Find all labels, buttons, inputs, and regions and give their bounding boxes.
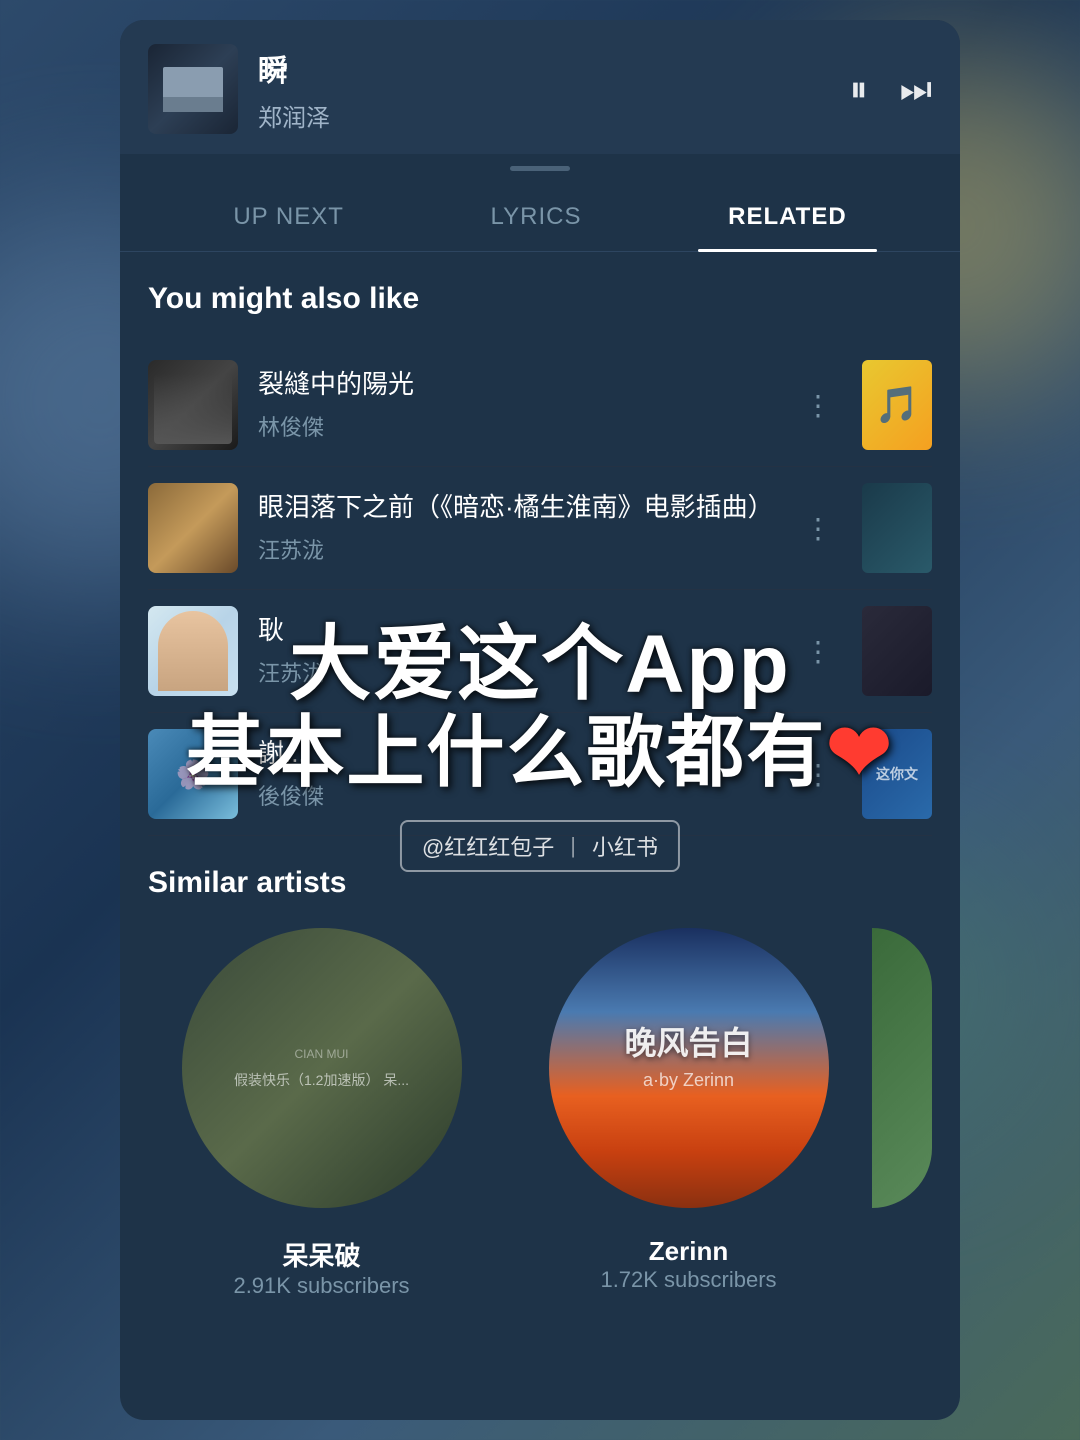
song-item-artist-1: 林俊傑	[258, 410, 774, 442]
song-item-info-4: 謝... 後俊傑	[258, 737, 774, 811]
song-item: 🌸 謝... 後俊傑 ⋮ 这你文	[148, 713, 932, 836]
artist-avatar-1: CIAN MUI 假装快乐（1.2加速版） 呆...	[182, 928, 462, 1208]
tab-bar: UP NEXT LYRICS RELATED	[120, 183, 960, 252]
song-thumb-4: 🌸	[148, 729, 238, 819]
song-thumb-1	[148, 360, 238, 450]
song-thumb-2	[148, 483, 238, 573]
song-item: 裂縫中的陽光 林俊傑 ⋮ 🎵	[148, 344, 932, 467]
content-area: You might also like 裂縫中的陽光 林俊傑 ⋮ 🎵 眼泪落下之…	[120, 252, 960, 1420]
song-item: 眼泪落下之前（《暗恋·橘生淮南》电影插曲） 汪苏泷 ⋮	[148, 467, 932, 590]
thumb-art-1	[154, 374, 232, 444]
now-playing-header: 瞬 郑润泽 ⏸ ⏭	[120, 20, 960, 154]
album-thumbnail	[148, 44, 238, 134]
song-right-thumb-1: 🎵	[862, 360, 932, 450]
song-thumb-3	[148, 606, 238, 696]
artist-avatar-3-partial	[872, 928, 932, 1208]
drag-handle	[120, 154, 960, 183]
artist-item-1[interactable]: CIAN MUI 假装快乐（1.2加速版） 呆... 呆呆破 2.91K sub…	[148, 928, 495, 1299]
artist-avatar-2: 晚风告白 a·by Zerinn	[549, 928, 829, 1208]
song-item-artist-2: 汪苏泷	[258, 533, 774, 565]
song-item-info-2: 眼泪落下之前（《暗恋·橘生淮南》电影插曲） 汪苏泷	[258, 491, 774, 565]
artists-row: CIAN MUI 假装快乐（1.2加速版） 呆... 呆呆破 2.91K sub…	[148, 928, 932, 1299]
song-right-thumb-2	[862, 483, 932, 573]
artist-subs-1: 2.91K subscribers	[233, 1273, 409, 1299]
tab-related[interactable]: RELATED	[698, 183, 877, 251]
artist-album-text-1: CIAN MUI 假装快乐（1.2加速版） 呆...	[222, 1034, 421, 1102]
playback-controls: ⏸ ⏭	[850, 68, 932, 111]
song-item-title-2: 眼泪落下之前（《暗恋·橘生淮南》电影插曲）	[258, 491, 774, 525]
song-title: 瞬	[258, 46, 830, 90]
main-card: 瞬 郑润泽 ⏸ ⏭ UP NEXT LYRICS RELATED You mig…	[120, 20, 960, 1420]
tab-lyrics[interactable]: LYRICS	[461, 183, 612, 251]
artist-album-art-2: 晚风告白 a·by Zerinn	[549, 928, 829, 1091]
song-item-artist-4: 後俊傑	[258, 779, 774, 811]
song-artist: 郑润泽	[258, 98, 830, 133]
song-item-info-3: 耿 汪苏泷	[258, 614, 774, 688]
song-item-artist-3: 汪苏泷	[258, 656, 774, 688]
song-info: 瞬 郑润泽	[258, 46, 830, 133]
thumb-art-3	[158, 611, 228, 691]
song-item-title-4: 謝...	[258, 737, 774, 771]
more-options-4[interactable]: ⋮	[794, 748, 842, 801]
artist-item-2[interactable]: 晚风告白 a·by Zerinn Zerinn 1.72K subscriber…	[515, 928, 862, 1299]
song-item: 耿 汪苏泷 ⋮	[148, 590, 932, 713]
tab-up-next[interactable]: UP NEXT	[203, 183, 374, 251]
similar-artists-title: Similar artists	[148, 866, 932, 900]
song-right-thumb-3	[862, 606, 932, 696]
song-item-info-1: 裂縫中的陽光 林俊傑	[258, 368, 774, 442]
next-button[interactable]: ⏭	[900, 68, 932, 111]
song-item-title-3: 耿	[258, 614, 774, 648]
similar-artists-section: Similar artists CIAN MUI 假装快乐（1.2加速版） 呆.…	[148, 836, 932, 1299]
song-right-thumb-4: 这你文	[862, 729, 932, 819]
artist-item-3-partial	[872, 928, 932, 1299]
artist-name-2: Zerinn	[649, 1236, 728, 1267]
more-options-3[interactable]: ⋮	[794, 625, 842, 678]
pause-button[interactable]: ⏸	[850, 68, 868, 111]
more-options-2[interactable]: ⋮	[794, 502, 842, 555]
you-might-like-title: You might also like	[148, 282, 932, 316]
artist-name-1: 呆呆破	[282, 1236, 360, 1273]
more-options-1[interactable]: ⋮	[794, 379, 842, 432]
drag-handle-bar	[510, 166, 570, 171]
song-item-title-1: 裂縫中的陽光	[258, 368, 774, 402]
album-art	[163, 67, 223, 112]
artist-subs-2: 1.72K subscribers	[600, 1267, 776, 1293]
